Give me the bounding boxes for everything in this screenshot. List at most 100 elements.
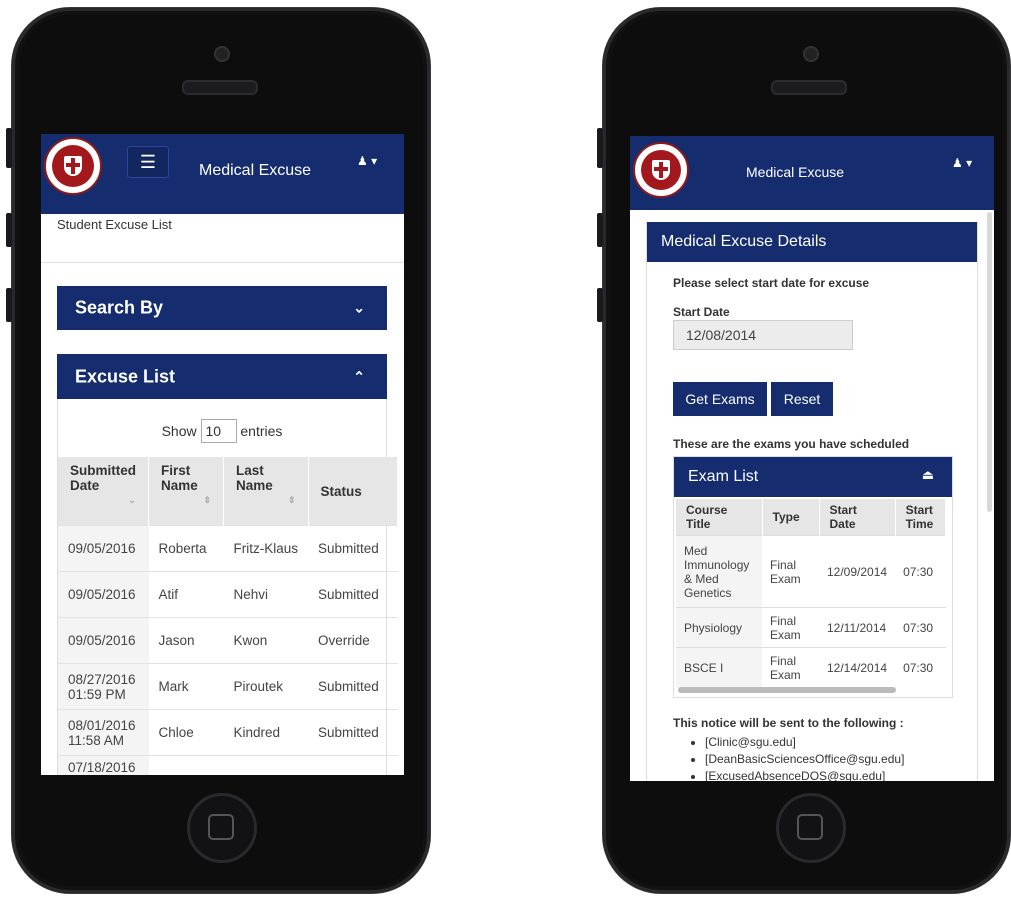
chevron-up-icon[interactable]: ⌃	[353, 368, 365, 385]
table-row[interactable]: BSCE I Final Exam 12/14/2014 07:30	[676, 647, 946, 688]
app-title: Medical Excuse	[746, 164, 845, 180]
home-button[interactable]	[187, 793, 257, 863]
right-screen: Medical Excuse ♟ ▾ Medical Excuse Detail…	[630, 136, 994, 781]
start-date-cell: 12/14/2014	[819, 647, 896, 688]
course-title-cell: Med Immunology & Med Genetics	[676, 535, 762, 608]
last-name-cell: Kwon	[223, 617, 309, 664]
column-last-name[interactable]: Last Name ⇕	[223, 457, 309, 526]
submitted-date-cell: 09/05/2016	[58, 525, 149, 572]
sort-desc-icon[interactable]: ⌄	[70, 495, 136, 506]
excuse-list-panel-header[interactable]: Excuse List ⌃	[57, 354, 387, 399]
start-date-cell: 12/09/2014	[819, 535, 896, 608]
excuse-list-panel-body: Show 10 entries Submitted Date ⌄ First N	[57, 399, 399, 775]
table-row[interactable]: 08/01/2016 11:58 AM Chloe Kindred Submit…	[58, 709, 398, 756]
start-time-cell: 07:30	[895, 607, 946, 648]
type-cell: Final Exam	[762, 607, 819, 648]
table-row[interactable]: 08/27/2016 01:59 PM Mark Piroutek Submit…	[58, 663, 398, 710]
exam-list-panel: Exam List ⏏ Course Title Type Start Date…	[673, 456, 953, 698]
horizontal-scrollbar[interactable]	[678, 687, 896, 693]
column-start-time[interactable]: Start Time	[895, 499, 947, 536]
column-course-title[interactable]: Course Title	[676, 499, 763, 536]
first-name-cell: Chloe	[148, 709, 224, 756]
show-label: Show	[161, 423, 197, 439]
collapse-icon[interactable]: ⏏	[922, 467, 934, 483]
speaker-grille	[771, 80, 847, 95]
type-cell: Final Exam	[762, 535, 819, 608]
column-start-date[interactable]: Start Date	[819, 499, 896, 536]
first-name-cell: Roberta	[148, 525, 224, 572]
table-row[interactable]: Med Immunology & Med Genetics Final Exam…	[676, 535, 946, 608]
list-item: [ExcusedAbsenceDOS@sgu.edu]	[705, 768, 904, 781]
sort-icon[interactable]: ⇕	[236, 495, 296, 506]
app-header: ☰ Medical Excuse ♟ ▾	[41, 134, 404, 214]
left-screen: ☰ Medical Excuse ♟ ▾ Student Excuse List…	[41, 134, 404, 775]
status-cell: Submitted	[308, 663, 398, 710]
entries-control: Show 10 entries	[58, 419, 386, 443]
last-name-cell: Fritz-Klaus	[223, 525, 309, 572]
app-title: Medical Excuse	[199, 162, 312, 179]
recipient-list: [Clinic@sgu.edu] [DeanBasicSciencesOffic…	[687, 734, 904, 781]
instruction-text: Please select start date for excuse	[673, 276, 870, 290]
speaker-grille	[182, 80, 258, 95]
status-cell: Submitted	[308, 571, 398, 618]
column-type[interactable]: Type	[762, 499, 820, 536]
submitted-date-cell: 07/18/2016	[58, 755, 149, 775]
excuse-table: Submitted Date ⌄ First Name ⇕ Last Name	[58, 457, 399, 775]
start-date-label: Start Date	[673, 305, 730, 319]
user-menu-icon[interactable]: ♟ ▾	[952, 156, 972, 170]
scheduled-text: These are the exams you have scheduled	[673, 437, 910, 451]
app-header: Medical Excuse ♟ ▾	[630, 136, 994, 210]
details-panel: Medical Excuse Details Please select sta…	[646, 222, 978, 781]
right-phone-frame: Medical Excuse ♟ ▾ Medical Excuse Detail…	[597, 8, 1010, 893]
details-heading: Medical Excuse Details	[661, 233, 827, 250]
first-name-cell: Jason	[148, 617, 224, 664]
get-exams-button[interactable]: Get Exams	[673, 382, 767, 416]
exam-list-header[interactable]: Exam List ⏏	[674, 457, 952, 497]
status-cell: Submitted	[308, 525, 398, 572]
exam-table: Course Title Type Start Date Start Time …	[676, 499, 947, 688]
front-camera	[803, 46, 819, 62]
user-menu-icon[interactable]: ♟ ▾	[357, 154, 377, 168]
hamburger-menu-button[interactable]: ☰	[127, 146, 169, 178]
university-seal-logo	[44, 137, 102, 195]
details-panel-header: Medical Excuse Details	[647, 222, 977, 262]
list-item: [DeanBasicSciencesOffice@sgu.edu]	[705, 751, 904, 768]
reset-button[interactable]: Reset	[771, 382, 833, 416]
table-row[interactable]: 09/05/2016 Jason Kwon Override	[58, 617, 398, 664]
course-title-cell: Physiology	[676, 607, 762, 648]
start-time-cell: 07:30	[895, 535, 946, 608]
first-name-cell: Mark	[148, 663, 224, 710]
column-submitted-date[interactable]: Submitted Date ⌄	[58, 457, 149, 526]
chevron-down-icon[interactable]: ⌄	[353, 300, 365, 317]
status-cell	[308, 755, 398, 775]
table-row[interactable]: Physiology Final Exam 12/11/2014 07:30	[676, 607, 946, 648]
exam-list-heading: Exam List	[688, 468, 759, 485]
entries-select[interactable]: 10	[200, 419, 237, 443]
last-name-cell: Piroutek	[223, 663, 309, 710]
status-cell: Submitted	[308, 709, 398, 756]
start-date-input[interactable]: 12/08/2014	[673, 320, 853, 350]
scrollbar[interactable]	[987, 212, 992, 512]
excuse-list-label: Excuse List	[75, 366, 176, 386]
search-by-panel-header[interactable]: Search By ⌄	[57, 286, 387, 330]
table-row[interactable]: 09/05/2016 Atif Nehvi Submitted	[58, 571, 398, 618]
start-date-cell: 12/11/2014	[819, 607, 896, 648]
column-status[interactable]: Status	[308, 457, 399, 526]
list-item: [Clinic@sgu.edu]	[705, 734, 904, 751]
entries-label: entries	[240, 423, 283, 439]
type-cell: Final Exam	[762, 647, 819, 688]
notice-heading: This notice will be sent to the followin…	[673, 716, 904, 730]
first-name-cell	[148, 755, 224, 775]
divider	[41, 262, 404, 263]
last-name-cell: Nehvi	[223, 571, 309, 618]
submitted-date-cell: 08/01/2016 11:58 AM	[58, 709, 149, 756]
submitted-date-cell: 08/27/2016 01:59 PM	[58, 663, 149, 710]
front-camera	[214, 46, 230, 62]
left-phone-frame: ☰ Medical Excuse ♟ ▾ Student Excuse List…	[6, 8, 430, 893]
home-button[interactable]	[776, 793, 846, 863]
page-heading: Student Excuse List	[57, 217, 172, 232]
table-row[interactable]: 09/05/2016 Roberta Fritz-Klaus Submitted	[58, 525, 398, 572]
table-row[interactable]: 07/18/2016	[58, 755, 398, 775]
sort-icon[interactable]: ⇕	[161, 495, 211, 506]
column-first-name[interactable]: First Name ⇕	[148, 457, 224, 526]
